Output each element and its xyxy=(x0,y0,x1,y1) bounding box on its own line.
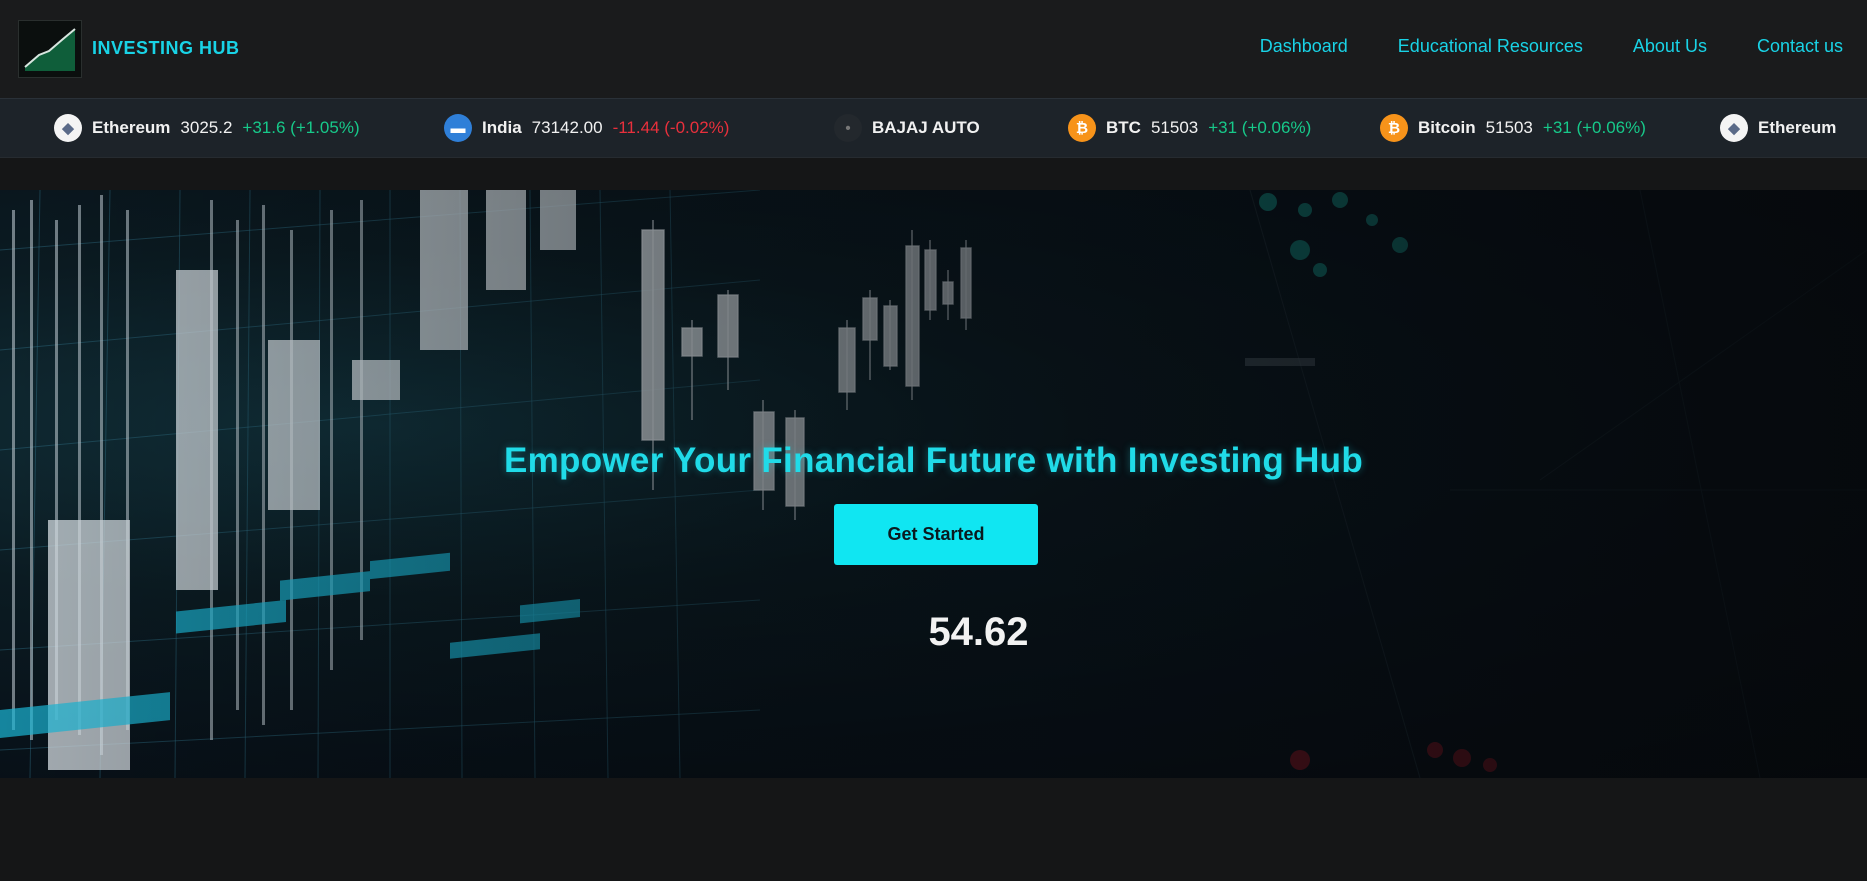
ticker-name: Bitcoin xyxy=(1418,118,1476,137)
ticker-change: +31.6 (+1.05%) xyxy=(242,118,360,137)
ticker-price: 51503 xyxy=(1485,118,1533,137)
ticker-change: +31 (+0.06%) xyxy=(1542,118,1646,137)
ticker-price: 73142.00 xyxy=(531,118,603,137)
ticker-change: +31 (+0.06%) xyxy=(1208,118,1312,137)
hero-background-chart xyxy=(0,190,1867,778)
ticker-item[interactable]: ₿ Bitcoin 51503 +31 (+0.06%) xyxy=(1380,99,1646,157)
hero-title: Empower Your Financial Future with Inves… xyxy=(503,441,1363,481)
ticker-change: -11.44 (-0.02%) xyxy=(612,118,730,137)
ticker-price: 51503 xyxy=(1150,118,1199,137)
ticker-item[interactable]: ▬ India 73142.00 -11.44 (-0.02%) xyxy=(444,99,729,157)
nav-dashboard[interactable]: Dashboard xyxy=(1260,36,1348,57)
market-ticker: ◆ Ethereum 3025.2 +31.6 (+1.05%) ▬ India… xyxy=(0,98,1867,158)
hero-counter: 54.62 xyxy=(928,610,1029,654)
bajaj-icon: • xyxy=(834,114,862,142)
hero-banner: Empower Your Financial Future with Inves… xyxy=(0,190,1867,778)
ethereum-icon: ◆ xyxy=(54,114,82,142)
ticker-item[interactable]: ₿ BTC 51503 +31 (+0.06%) xyxy=(1068,99,1311,157)
nav-about-us[interactable]: About Us xyxy=(1633,36,1707,57)
chart-logo-icon[interactable] xyxy=(18,20,82,78)
brand-name[interactable]: INVESTING HUB xyxy=(92,38,240,59)
bitcoin-icon: ₿ xyxy=(1380,114,1408,142)
ticker-item[interactable]: ◆ Ethereum xyxy=(1720,99,1836,157)
ticker-name: Ethereum xyxy=(1758,118,1837,137)
ticker-name: India xyxy=(482,118,522,137)
ethereum-icon: ◆ xyxy=(1720,114,1748,142)
navbar: INVESTING HUB Dashboard Educational Reso… xyxy=(0,0,1867,98)
bitcoin-icon: ₿ xyxy=(1068,114,1096,142)
ticker-item[interactable]: • BAJAJ AUTO xyxy=(834,99,990,157)
get-started-button[interactable]: Get Started xyxy=(834,504,1038,565)
nav-contact-us[interactable]: Contact us xyxy=(1757,36,1843,57)
ticker-name: Ethereum xyxy=(92,118,171,137)
main-nav: Dashboard Educational Resources About Us… xyxy=(1260,36,1843,57)
ticker-name: BTC xyxy=(1106,118,1141,137)
ticker-price: 3025.2 xyxy=(180,118,233,137)
india-icon: ▬ xyxy=(444,114,472,142)
nav-educational-resources[interactable]: Educational Resources xyxy=(1398,36,1583,57)
ticker-item[interactable]: ◆ Ethereum 3025.2 +31.6 (+1.05%) xyxy=(54,99,360,157)
ticker-name: BAJAJ AUTO xyxy=(872,118,980,137)
